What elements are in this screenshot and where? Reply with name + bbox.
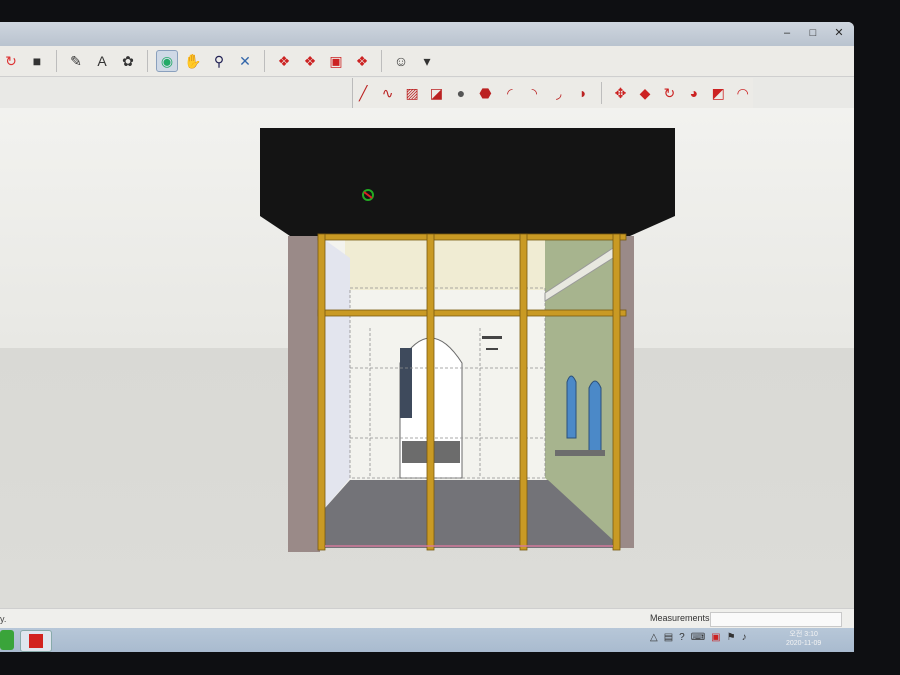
3d-model-view[interactable] bbox=[0, 108, 854, 608]
3d-warehouse-icon[interactable]: ❖ bbox=[273, 50, 295, 72]
arc-icon[interactable]: ◜ bbox=[500, 82, 520, 104]
polygon-icon[interactable]: ⬣ bbox=[475, 82, 495, 104]
window-controls: – □ ✕ bbox=[778, 26, 848, 40]
clock-date: 2020-11-09 bbox=[786, 640, 822, 647]
wall-lamp bbox=[482, 336, 502, 339]
status-bar: y. Measurements bbox=[0, 608, 854, 629]
window-ledge bbox=[555, 450, 605, 456]
wall-shelf bbox=[486, 348, 498, 350]
ceiling bbox=[345, 240, 545, 290]
freehand-icon[interactable]: ∿ bbox=[377, 82, 397, 104]
user-account-icon[interactable]: ☺ bbox=[390, 50, 412, 72]
tape-measure-icon[interactable]: ✎ bbox=[65, 50, 87, 72]
title-bar: – □ ✕ bbox=[0, 22, 854, 46]
right-stone-wall bbox=[618, 236, 634, 548]
push-pull-icon[interactable]: ◆ bbox=[635, 82, 655, 104]
start-button[interactable] bbox=[0, 630, 14, 650]
orbit-icon[interactable]: ◉ bbox=[156, 50, 178, 72]
pie-icon[interactable]: ◗ bbox=[573, 82, 593, 104]
modeling-viewport[interactable] bbox=[0, 108, 854, 608]
main-toolbar: ↻ ■ ✎ A ✿ ◉ ✋ ⚲ ✕ ❖ ❖ ▣ ❖ ☺ ▾ bbox=[0, 46, 854, 77]
overhead-block bbox=[260, 128, 675, 236]
2point-arc-icon[interactable]: ◝ bbox=[524, 82, 544, 104]
doorway-window bbox=[400, 348, 412, 418]
move-icon[interactable]: ✥ bbox=[610, 82, 630, 104]
zoom-extents-icon[interactable]: ✕ bbox=[234, 50, 256, 72]
components-icon[interactable]: ❖ bbox=[299, 50, 321, 72]
extension-warehouse-icon[interactable]: ▣ bbox=[325, 50, 347, 72]
pan-hand-icon[interactable]: ✋ bbox=[182, 50, 204, 72]
layout-icon[interactable]: ❖ bbox=[351, 50, 373, 72]
3point-arc-icon[interactable]: ◞ bbox=[549, 82, 569, 104]
offset-icon[interactable]: ◠ bbox=[732, 82, 752, 104]
toolbar-separator bbox=[147, 50, 148, 72]
clock-time: 오전 3:10 bbox=[789, 631, 818, 638]
keyboard-icon[interactable]: ⌨ bbox=[691, 632, 705, 643]
system-tray: △ ▤ ? ⌨ ▣ ⚑ ♪ bbox=[650, 632, 747, 643]
zoom-icon[interactable]: ⚲ bbox=[208, 50, 230, 72]
arched-window-right bbox=[588, 380, 602, 454]
clock[interactable]: 오전 3:10 2020-11-09 bbox=[786, 630, 821, 648]
help-icon[interactable]: ? bbox=[679, 632, 685, 643]
scale-icon[interactable]: ◩ bbox=[708, 82, 728, 104]
rectangle-icon[interactable]: ▨ bbox=[402, 82, 422, 104]
status-text: y. bbox=[0, 614, 7, 624]
sketchup-task-button[interactable] bbox=[20, 630, 52, 652]
drawing-toolbar: ╱ ∿ ▨ ◪ ● ⬣ ◜ ◝ ◞ ◗ ✥ ◆ ↻ ◕ ◩ ◠ bbox=[352, 78, 753, 108]
flag-icon[interactable]: ⚑ bbox=[727, 632, 736, 643]
network-icon[interactable]: ▤ bbox=[664, 632, 673, 643]
taskbar: △ ▤ ? ⌨ ▣ ⚑ ♪ 오전 3:10 2020-11-09 bbox=[0, 628, 854, 652]
chevron-down-icon[interactable]: ▾ bbox=[416, 50, 438, 72]
minimize-button[interactable]: – bbox=[778, 26, 796, 40]
circle-icon[interactable]: ● bbox=[451, 82, 471, 104]
app-tray-icon[interactable]: ▣ bbox=[711, 632, 720, 643]
paint-bucket-icon[interactable]: ✿ bbox=[117, 50, 139, 72]
line-icon[interactable]: ╱ bbox=[353, 82, 373, 104]
push-pull-icon[interactable]: ■ bbox=[26, 50, 48, 72]
toolbar-separator bbox=[381, 50, 382, 72]
rotate-red-icon[interactable]: ↻ bbox=[0, 50, 22, 72]
text-tool-icon[interactable]: A bbox=[91, 50, 113, 72]
rotate-icon[interactable]: ↻ bbox=[659, 82, 679, 104]
rotated-rectangle-icon[interactable]: ◪ bbox=[426, 82, 446, 104]
toolbar-separator bbox=[601, 82, 603, 104]
follow-me-icon[interactable]: ◕ bbox=[684, 82, 704, 104]
measurements-label: Measurements bbox=[650, 613, 710, 623]
arched-window-left bbox=[566, 375, 577, 439]
maximize-button[interactable]: □ bbox=[804, 26, 822, 40]
toolbar-separator bbox=[264, 50, 265, 72]
toolbar-separator bbox=[56, 50, 57, 72]
tray-arrow-icon[interactable]: △ bbox=[650, 632, 658, 643]
sketchup-icon bbox=[29, 634, 43, 648]
left-interior-wall bbox=[325, 240, 350, 508]
volume-icon[interactable]: ♪ bbox=[742, 632, 747, 643]
measurements-input[interactable] bbox=[710, 612, 842, 627]
close-button[interactable]: ✕ bbox=[830, 26, 848, 40]
left-stone-wall bbox=[288, 236, 320, 552]
monitor-screen: – □ ✕ ↻ ■ ✎ A ✿ ◉ ✋ ⚲ ✕ ❖ ❖ ▣ ❖ ☺ ▾ ╱ ∿ ▨ ◪ ● ⬣ ◜ ◝ ◞ ◗ ✥ ◆ ↻ ◕ ◩ ◠ bbox=[0, 22, 854, 652]
